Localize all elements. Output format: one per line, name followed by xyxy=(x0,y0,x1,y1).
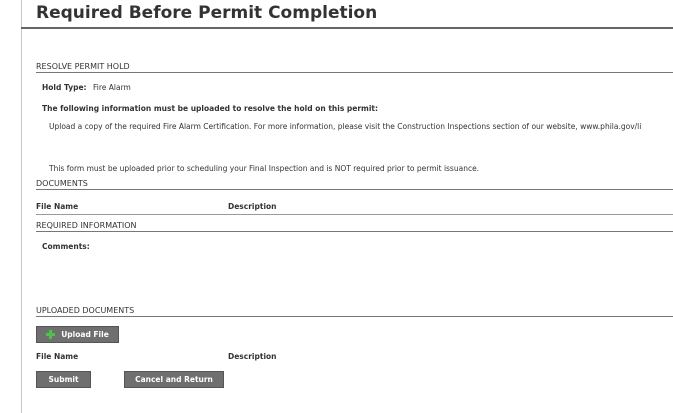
section-resolve-permit-hold: RESOLVE PERMIT HOLD xyxy=(36,62,673,73)
documents-table-rule xyxy=(36,214,673,215)
uploaded-col-description: Description xyxy=(228,352,277,361)
hold-type-label: Hold Type: xyxy=(42,83,87,92)
uploaded-col-file-name: File Name xyxy=(36,352,79,361)
upload-file-label: Upload File xyxy=(61,330,109,339)
info-heading: The following information must be upload… xyxy=(42,104,379,113)
hold-type-value: Fire Alarm xyxy=(93,83,131,92)
cancel-and-return-button[interactable]: Cancel and Return xyxy=(124,371,224,388)
note-text: This form must be uploaded prior to sche… xyxy=(49,164,480,173)
section-documents: DOCUMENTS xyxy=(36,179,673,190)
title-divider xyxy=(21,27,673,29)
page-title: Required Before Permit Completion xyxy=(36,3,378,23)
plus-icon xyxy=(46,330,56,339)
documents-col-description: Description xyxy=(228,202,277,211)
info-text: Upload a copy of the required Fire Alarm… xyxy=(49,122,642,131)
comments-label: Comments: xyxy=(42,242,90,251)
section-uploaded-documents: UPLOADED DOCUMENTS xyxy=(36,306,673,317)
submit-button[interactable]: Submit xyxy=(36,371,91,388)
documents-col-file-name: File Name xyxy=(36,202,79,211)
upload-file-button[interactable]: Upload File xyxy=(36,326,119,343)
section-required-information: REQUIRED INFORMATION xyxy=(36,221,673,232)
